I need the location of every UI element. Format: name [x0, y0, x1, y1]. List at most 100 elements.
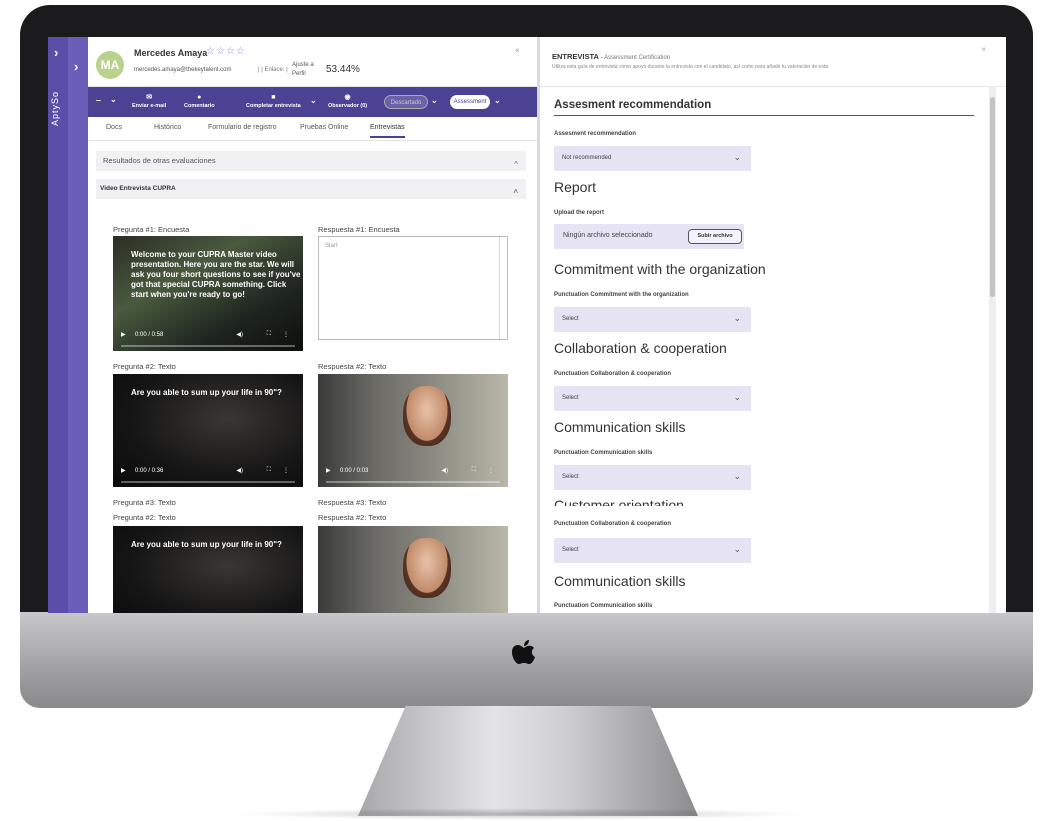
expand-chevron-icon[interactable]: ›: [54, 45, 58, 60]
comment-icon: ●: [197, 94, 202, 101]
candidate-name: Mercedes Amaya: [134, 48, 208, 58]
chevron-up-icon[interactable]: ^: [514, 155, 518, 175]
assessment-button[interactable]: Assessment: [450, 95, 490, 109]
fullscreen-icon[interactable]: ⛶: [472, 467, 476, 474]
field-label: Punctuation Commitment with the organiza…: [554, 292, 689, 298]
block-title: Commitment with the organization: [554, 261, 766, 277]
chevron-down-icon[interactable]: ⌄: [494, 96, 501, 105]
tab-docs[interactable]: Docs: [106, 124, 122, 131]
answer-placeholder: Start: [325, 243, 338, 249]
screen: › AptySo › MA Mercedes Amaya ☆☆☆☆ merced…: [48, 37, 1006, 613]
block-title: Customer orientation: [554, 497, 684, 506]
close-icon[interactable]: ×: [981, 45, 986, 54]
stand-shadow: [230, 808, 810, 820]
recommendation-select[interactable]: Not recommended ⌄: [554, 146, 751, 171]
section-title: Assesment recommendation: [554, 99, 974, 116]
question-video[interactable]: Are you able to sum up your life in 90"?…: [113, 374, 303, 487]
chevron-up-icon[interactable]: ^: [513, 183, 518, 203]
video-progress[interactable]: [121, 345, 295, 347]
tab-history[interactable]: Histórico: [154, 124, 181, 131]
chevron-down-icon: ⌄: [733, 392, 741, 402]
guide-description: Utiliza esta guía de entrevista como apo…: [552, 64, 830, 70]
play-icon[interactable]: ▶: [121, 331, 126, 338]
block-title: Communication skills: [554, 419, 686, 435]
question-video[interactable]: Welcome to your CUPRA Master video prese…: [113, 236, 303, 351]
score-select[interactable]: Select ⌄: [554, 538, 751, 563]
fit-label: Ajuste a Perfil: [292, 62, 314, 77]
score-select[interactable]: Select ⌄: [554, 465, 751, 490]
chevron-down-icon: ⌄: [733, 152, 741, 162]
block-title: Collaboration & cooperation: [554, 340, 727, 356]
chevron-down-icon[interactable]: ⌄: [110, 95, 117, 104]
report-title: Report: [554, 179, 597, 195]
mail-icon: ✉: [146, 94, 153, 101]
expand-chevron-icon[interactable]: ›: [74, 59, 78, 74]
question-label: Pregunta #1: Encuesta: [113, 225, 190, 234]
comment-button[interactable]: ● Comentario: [184, 93, 215, 111]
scrollbar-thumb[interactable]: [990, 97, 995, 297]
video-caption: Are you able to sum up your life in 90"?: [131, 540, 282, 549]
guide-form: Assesment recommendation Assesment recom…: [540, 87, 1006, 613]
complete-interview-button[interactable]: ■ Completar entrevista: [246, 93, 301, 111]
scrollbar[interactable]: [499, 237, 507, 339]
volume-icon[interactable]: ◀): [441, 467, 448, 474]
observer-button[interactable]: ◉ Observador (0): [328, 93, 367, 111]
candidate-face: [403, 538, 451, 598]
volume-icon[interactable]: ◀): [236, 331, 243, 338]
answer-label: Respuesta #3: Texto: [318, 498, 387, 507]
fullscreen-icon[interactable]: ⛶: [267, 331, 271, 338]
more-icon[interactable]: ⋮: [283, 331, 289, 338]
answer-textarea[interactable]: Start: [318, 236, 508, 340]
chevron-down-icon[interactable]: ⌄: [431, 96, 438, 105]
other-results-section[interactable]: Resultados de otras evaluaciones ^: [96, 151, 526, 171]
guide-header: ENTREVISTA - Assessment Certification Ut…: [540, 37, 1006, 87]
interview-content: Resultados de otras evaluaciones ^ Video …: [88, 141, 537, 613]
block-title: Communication skills: [554, 573, 686, 589]
tab-interviews[interactable]: Entrevistas: [370, 124, 405, 138]
question-label: Pregunta #3: Texto: [113, 498, 176, 507]
imac-mockup: › AptySo › MA Mercedes Amaya ☆☆☆☆ merced…: [0, 0, 1040, 821]
question-label: Pregunta #2: Texto: [113, 513, 176, 522]
tab-online-tests[interactable]: Pruebas Online: [300, 124, 348, 131]
play-icon[interactable]: ▶: [121, 467, 126, 474]
scrollbar[interactable]: [989, 87, 996, 613]
discarded-button[interactable]: Descartado: [384, 95, 428, 109]
video-progress[interactable]: [326, 481, 500, 483]
tab-bar: Docs Histórico Formulario de registro Pr…: [88, 117, 537, 141]
video-progress[interactable]: [121, 481, 295, 483]
tab-registration-form[interactable]: Formulario de registro: [208, 124, 276, 131]
answer-video[interactable]: ▶ 0:00 / 0:03 ◀) ⛶ ⋮: [318, 374, 508, 487]
play-icon[interactable]: ▶: [326, 467, 331, 474]
close-icon[interactable]: ×: [515, 46, 520, 55]
candidate-header: MA Mercedes Amaya ☆☆☆☆ mercedes.amaya@th…: [88, 37, 537, 87]
no-file-text: Ningún archivo seleccionado: [563, 232, 653, 239]
score-select[interactable]: Select ⌄: [554, 386, 751, 411]
chevron-down-icon[interactable]: ⌄: [310, 96, 317, 105]
rating-stars-icon[interactable]: ☆☆☆☆: [206, 46, 246, 57]
video-time: 0:00 / 0:58: [135, 332, 164, 338]
field-label: Punctuation Collaboration & cooperation: [554, 371, 671, 377]
answer-video[interactable]: [318, 526, 508, 613]
monitor-stand: [358, 706, 698, 816]
candidate-face: [403, 386, 451, 446]
video-caption: Welcome to your CUPRA Master video prese…: [131, 250, 301, 299]
more-icon[interactable]: ⋮: [488, 467, 494, 474]
field-label: Assesment recommendation: [554, 131, 637, 137]
fullscreen-icon[interactable]: ⛶: [267, 467, 271, 474]
chevron-down-icon: ⌄: [733, 313, 741, 323]
field-label: Punctuation Communication skills: [554, 603, 653, 609]
send-email-button[interactable]: ✉ Enviar e-mail: [132, 93, 166, 111]
chat-icon: ■: [271, 94, 276, 101]
minus-icon[interactable]: –: [96, 96, 101, 105]
more-icon[interactable]: ⋮: [283, 467, 289, 474]
volume-icon[interactable]: ◀): [236, 467, 243, 474]
chevron-down-icon: ⌄: [733, 544, 741, 554]
upload-button[interactable]: Subir archivo: [688, 229, 742, 244]
score-select[interactable]: Select ⌄: [554, 307, 751, 332]
secondary-sidebar: ›: [68, 37, 88, 613]
clipped-heading-wrapper: Customer orientation: [540, 497, 980, 506]
field-label: Upload the report: [554, 210, 605, 216]
question-video[interactable]: Are you able to sum up your life in 90"?: [113, 526, 303, 613]
video-interview-section[interactable]: Video Entrevista CUPRA ^: [96, 179, 526, 199]
candidate-email[interactable]: mercedes.amaya@thekeytalent.com: [134, 67, 231, 73]
